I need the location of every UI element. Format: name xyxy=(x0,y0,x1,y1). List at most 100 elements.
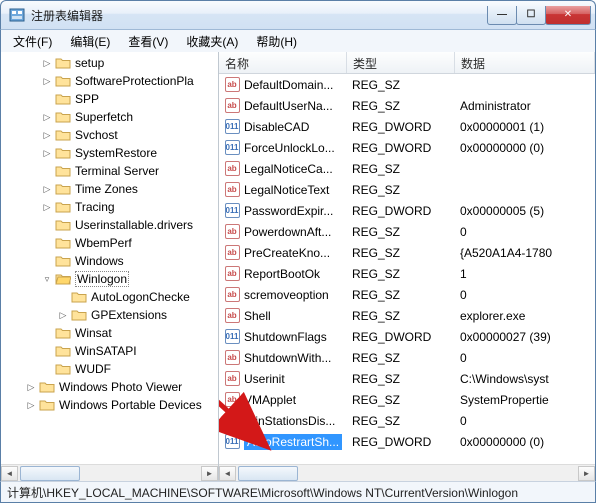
chevron-right-icon[interactable]: ▷ xyxy=(41,75,53,87)
chevron-right-icon[interactable]: ▷ xyxy=(41,111,53,123)
list-row[interactable]: abVMAppletREG_SZSystemPropertie xyxy=(219,389,595,410)
list-row[interactable]: abscremoveoptionREG_SZ0 xyxy=(219,284,595,305)
list-hscrollbar[interactable]: ◄ ► xyxy=(219,464,595,481)
chevron-right-icon[interactable]: ▷ xyxy=(41,129,53,141)
menu-help[interactable]: 帮助(H) xyxy=(248,31,305,52)
list-row[interactable]: abPreCreateKno...REG_SZ{A520A1A4-1780 xyxy=(219,242,595,263)
tree-spacer xyxy=(41,237,53,249)
menu-file[interactable]: 文件(F) xyxy=(5,31,60,52)
column-type[interactable]: 类型 xyxy=(347,52,455,73)
value-name: ShutdownWith... xyxy=(244,351,331,365)
chevron-right-icon[interactable]: ▷ xyxy=(41,57,53,69)
folder-icon xyxy=(55,146,71,160)
list-row[interactable]: 011ShutdownFlagsREG_DWORD0x00000027 (39) xyxy=(219,326,595,347)
tree-label: Time Zones xyxy=(75,182,138,196)
list-row[interactable]: 011PasswordExpir...REG_DWORD0x00000005 (… xyxy=(219,200,595,221)
tree-item[interactable]: SPP xyxy=(3,90,218,108)
value-type: REG_DWORD xyxy=(347,204,455,218)
tree-item[interactable]: ▷ Time Zones xyxy=(3,180,218,198)
tree-item[interactable]: ▷Superfetch xyxy=(3,108,218,126)
value-data: SystemPropertie xyxy=(455,393,595,407)
list-row[interactable]: abShutdownWith...REG_SZ0 xyxy=(219,347,595,368)
menu-edit[interactable]: 编辑(E) xyxy=(62,31,118,52)
chevron-down-icon[interactable]: ▿ xyxy=(41,273,53,285)
chevron-right-icon[interactable]: ▷ xyxy=(57,309,69,321)
tree-item[interactable]: ▷Svchost xyxy=(3,126,218,144)
tree-item[interactable]: ▷Tracing xyxy=(3,198,218,216)
chevron-right-icon[interactable]: ▷ xyxy=(25,381,37,393)
scroll-left-icon[interactable]: ◄ xyxy=(1,466,18,481)
tree-pane[interactable]: ▷ setup ▷SoftwareProtectionPlaSPP▷Superfet… xyxy=(1,52,219,481)
maximize-button[interactable]: ☐ xyxy=(516,6,546,25)
scroll-left-icon[interactable]: ◄ xyxy=(219,466,236,481)
value-type: REG_SZ xyxy=(347,267,455,281)
list-row[interactable]: abDefaultDomain...REG_SZ xyxy=(219,74,595,95)
tree-item[interactable]: ▷ setup xyxy=(3,54,218,72)
dword-value-icon: 011 xyxy=(224,434,240,450)
window-controls: — ☐ ✕ xyxy=(488,6,591,25)
minimize-button[interactable]: — xyxy=(487,6,517,25)
close-button[interactable]: ✕ xyxy=(545,6,591,25)
scroll-thumb[interactable] xyxy=(20,466,80,481)
value-type: REG_SZ xyxy=(347,162,455,176)
chevron-right-icon[interactable]: ▷ xyxy=(41,201,53,213)
value-type: REG_SZ xyxy=(347,393,455,407)
column-data[interactable]: 数据 xyxy=(455,52,595,73)
list-row[interactable]: abDefaultUserNa...REG_SZAdministrator xyxy=(219,95,595,116)
tree-hscrollbar[interactable]: ◄ ► xyxy=(1,464,218,481)
value-type: REG_SZ xyxy=(347,309,455,323)
tree-item[interactable]: WinSATAPI xyxy=(3,342,218,360)
value-name: AutoRestrartSh... xyxy=(244,434,342,450)
scroll-right-icon[interactable]: ► xyxy=(578,466,595,481)
value-type: REG_SZ xyxy=(347,183,455,197)
chevron-right-icon[interactable]: ▷ xyxy=(41,147,53,159)
scroll-thumb[interactable] xyxy=(238,466,298,481)
tree-item[interactable]: ▿Winlogon xyxy=(3,270,218,288)
list-row[interactable]: abPowerdownAft...REG_SZ0 xyxy=(219,221,595,242)
folder-icon xyxy=(55,272,71,286)
value-data: 0 xyxy=(455,414,595,428)
list-row[interactable]: abUserinitREG_SZC:\Windows\syst xyxy=(219,368,595,389)
value-name: ForceUnlockLo... xyxy=(244,141,335,155)
value-name: DisableCAD xyxy=(244,120,309,134)
menu-view[interactable]: 查看(V) xyxy=(120,31,176,52)
list-row[interactable]: 011DisableCADREG_DWORD0x00000001 (1) xyxy=(219,116,595,137)
value-type: REG_DWORD xyxy=(347,141,455,155)
tree-item[interactable]: ▷SystemRestore xyxy=(3,144,218,162)
tree-item[interactable]: Winsat xyxy=(3,324,218,342)
folder-icon xyxy=(55,182,71,196)
list-row[interactable]: abShellREG_SZexplorer.exe xyxy=(219,305,595,326)
tree-item[interactable]: ▷Windows Photo Viewer xyxy=(3,378,218,396)
tree-item[interactable]: Terminal Server xyxy=(3,162,218,180)
column-name[interactable]: 名称 xyxy=(219,52,347,73)
string-value-icon: ab xyxy=(224,371,240,387)
tree-item[interactable]: AutoLogonChecke xyxy=(3,288,218,306)
folder-icon xyxy=(71,290,87,304)
tree-item[interactable]: ▷SoftwareProtectionPla xyxy=(3,72,218,90)
tree-label: setup xyxy=(75,56,104,70)
folder-icon xyxy=(71,308,87,322)
string-value-icon: ab xyxy=(224,98,240,114)
list-row[interactable]: abReportBootOkREG_SZ1 xyxy=(219,263,595,284)
tree-item[interactable]: Windows xyxy=(3,252,218,270)
list-row[interactable]: abLegalNoticeCa...REG_SZ xyxy=(219,158,595,179)
menu-favorites[interactable]: 收藏夹(A) xyxy=(178,31,246,52)
list-body[interactable]: abDefaultDomain...REG_SZabDefaultUserNa.… xyxy=(219,74,595,464)
chevron-right-icon[interactable]: ▷ xyxy=(25,399,37,411)
tree-item[interactable]: Userinstallable.drivers xyxy=(3,216,218,234)
tree-item[interactable]: ▷GPExtensions xyxy=(3,306,218,324)
list-row[interactable]: abWinStationsDis...REG_SZ0 xyxy=(219,410,595,431)
tree-label: Windows Portable Devices xyxy=(59,398,202,412)
string-value-icon: ab xyxy=(224,413,240,429)
tree-item[interactable]: ▷ Windows Portable Devices xyxy=(3,396,218,414)
tree-item[interactable]: WbemPerf xyxy=(3,234,218,252)
list-row[interactable]: 011AutoRestrartSh...REG_DWORD0x00000000 … xyxy=(219,431,595,452)
list-row[interactable]: 011ForceUnlockLo...REG_DWORD0x00000000 (… xyxy=(219,137,595,158)
tree-item[interactable]: WUDF xyxy=(3,360,218,378)
chevron-right-icon[interactable]: ▷ xyxy=(41,183,53,195)
value-name: PowerdownAft... xyxy=(244,225,331,239)
tree-label: Winsat xyxy=(75,326,112,340)
scroll-right-icon[interactable]: ► xyxy=(201,466,218,481)
folder-icon xyxy=(55,254,71,268)
list-row[interactable]: abLegalNoticeTextREG_SZ xyxy=(219,179,595,200)
